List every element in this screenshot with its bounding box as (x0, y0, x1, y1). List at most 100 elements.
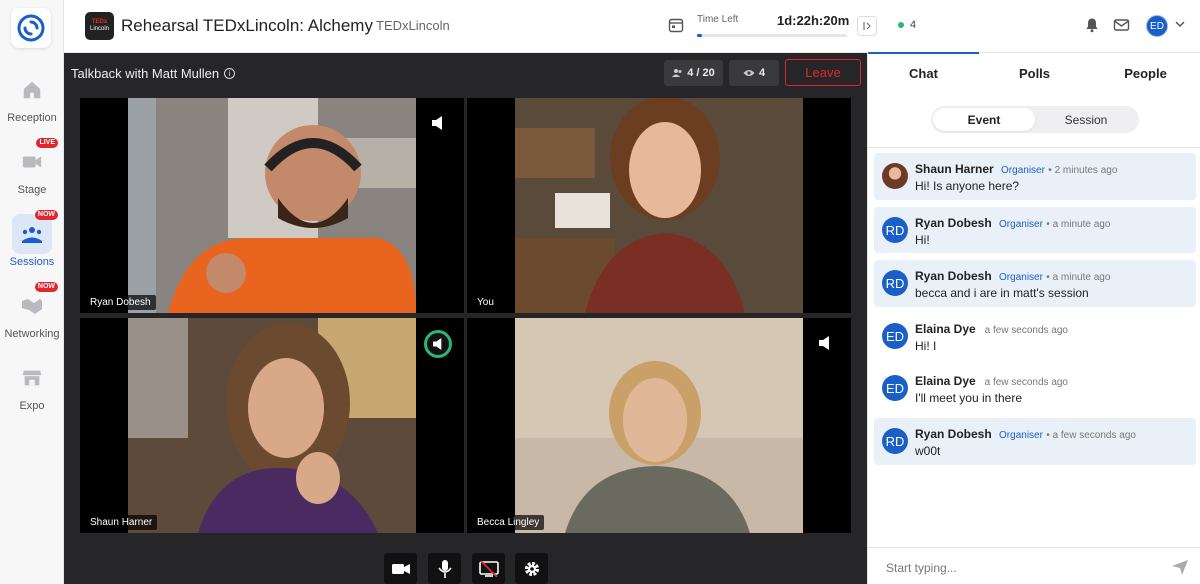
viewers-chip[interactable]: 4 (729, 60, 779, 86)
message-author: Elaina Dye (915, 322, 976, 336)
message-role: Organiser (999, 272, 1043, 283)
nav-sessions-label: Sessions (9, 256, 55, 268)
video-camera-icon (391, 563, 410, 574)
app-logo[interactable] (11, 8, 51, 48)
participant-video (128, 318, 416, 533)
session-title: Talkback with Matt Mullen i (71, 66, 236, 81)
message-meta: Ryan Dobesh Organiser • a minute ago (915, 269, 1111, 283)
message-text: Hi! (915, 233, 930, 247)
speaker-volume-icon (433, 338, 442, 350)
chat-input[interactable] (886, 561, 1156, 575)
video-tile-becca[interactable]: Becca Lingley (467, 318, 851, 533)
nav-reception[interactable]: Reception (0, 70, 64, 132)
handshake-icon: NOW (12, 282, 58, 326)
event-logo-top: TEDx (91, 19, 108, 25)
tab-chat[interactable]: Chat (868, 52, 979, 93)
message-text: Hi! Is anyone here? (915, 179, 1020, 193)
participant-video (515, 318, 803, 533)
send-icon[interactable] (1172, 560, 1188, 575)
video-tile-shaun[interactable]: Shaun Harner (80, 318, 464, 533)
camera-toggle-button[interactable] (384, 553, 417, 584)
message-time: a minute ago (1052, 219, 1111, 230)
tab-people[interactable]: People (1090, 53, 1200, 93)
message-text: becca and i are in matt's session (915, 286, 1089, 300)
message-text: I'll meet you in there (915, 391, 1023, 405)
chat-message: RD Ryan Dobesh Organiser • a few seconds… (874, 418, 1196, 465)
message-meta: Elaina Dye a few seconds ago (915, 374, 1068, 388)
message-role: Organiser (999, 219, 1043, 230)
nav-networking-label: Networking (4, 328, 60, 340)
chevron-down-icon[interactable] (1174, 18, 1186, 30)
time-left-label: Time Left (697, 14, 739, 25)
message-meta: Elaina Dye a few seconds ago (915, 322, 1068, 336)
leave-button[interactable]: Leave (785, 59, 861, 86)
participant-name: You (472, 295, 499, 310)
chat-scope-toggle: Event Session (931, 106, 1139, 133)
settings-button[interactable] (515, 553, 548, 584)
nav-networking[interactable]: NOW Networking (0, 282, 64, 348)
microphone-toggle-button[interactable] (428, 553, 461, 584)
message-meta: Ryan Dobesh Organiser • a few seconds ag… (915, 427, 1136, 441)
message-role: Organiser (1001, 165, 1045, 176)
participant-name: Ryan Dobesh (85, 295, 156, 310)
divider (868, 147, 1200, 148)
nav-stage[interactable]: LIVE Stage (0, 138, 64, 204)
message-author: Elaina Dye (915, 374, 976, 388)
avatar (882, 163, 908, 189)
chat-message: ED Elaina Dye a few seconds ago I'll mee… (874, 365, 1196, 415)
event-logo: TEDx Lincoln (85, 12, 114, 40)
screen-share-button[interactable] (472, 553, 505, 584)
message-text: Hi! I (915, 339, 937, 353)
participant-name: Becca Lingley (472, 515, 545, 530)
side-panel: Chat Polls People Event Session Shaun Ha… (867, 52, 1200, 584)
now-badge: NOW (34, 282, 58, 292)
online-count: 4 (898, 19, 916, 31)
calendar-icon[interactable] (668, 17, 684, 33)
chat-message: RD Ryan Dobesh Organiser • a minute ago … (874, 260, 1196, 307)
avatar: ED (882, 323, 908, 349)
nav-expo[interactable]: Expo (0, 358, 64, 420)
top-header: TEDx Lincoln Rehearsal TEDxLincoln: Alch… (64, 0, 1200, 53)
segment-event[interactable]: Event (933, 108, 1035, 131)
active-speaker-indicator (424, 330, 452, 358)
mail-icon[interactable] (1113, 17, 1130, 33)
viewers-count: 4 (758, 67, 766, 79)
video-tile-ryan[interactable]: Ryan Dobesh (80, 98, 464, 313)
people-icon (672, 69, 682, 77)
panel-tabs: Chat Polls People (868, 52, 1200, 93)
tab-polls[interactable]: Polls (979, 53, 1090, 93)
collapse-button[interactable] (857, 16, 877, 36)
online-dot-icon (898, 22, 904, 28)
info-icon[interactable]: i (224, 68, 236, 79)
store-icon (12, 358, 52, 398)
video-stage: Talkback with Matt Mullen i 4 / 20 4 Lea… (64, 53, 867, 584)
event-organizer-link[interactable]: TEDxLincoln (376, 18, 450, 33)
user-avatar[interactable]: ED (1146, 15, 1168, 37)
nav-sessions[interactable]: NOW Sessions (0, 210, 64, 276)
time-progress-fill (697, 34, 702, 37)
segment-session[interactable]: Session (1035, 108, 1137, 131)
hopin-logo-icon (17, 14, 45, 42)
nav-reception-label: Reception (7, 112, 57, 124)
video-camera-icon: LIVE (12, 138, 58, 182)
sessions-icon: NOW (12, 210, 58, 254)
nav-stage-label: Stage (17, 184, 47, 196)
participant-video (515, 98, 803, 313)
avatar: RD (882, 428, 908, 454)
live-badge: LIVE (36, 138, 58, 148)
message-text: w00t (915, 444, 941, 458)
bell-icon[interactable] (1084, 17, 1100, 33)
left-navigation: Reception LIVE Stage NOW Sessions NOW Ne… (0, 0, 64, 584)
message-time: 2 minutes ago (1054, 165, 1118, 176)
avatar: ED (882, 375, 908, 401)
event-logo-bottom: Lincoln (89, 26, 109, 32)
video-tile-you[interactable]: You (467, 98, 851, 313)
chat-message: RD Ryan Dobesh Organiser • a minute ago … (874, 207, 1196, 253)
collapse-icon (863, 22, 871, 30)
time-progress-bar (697, 34, 847, 37)
avatar: RD (882, 270, 908, 296)
participants-chip[interactable]: 4 / 20 (664, 60, 723, 86)
microphone-icon (437, 559, 452, 578)
gear-icon (524, 561, 539, 576)
eye-icon (743, 70, 755, 76)
